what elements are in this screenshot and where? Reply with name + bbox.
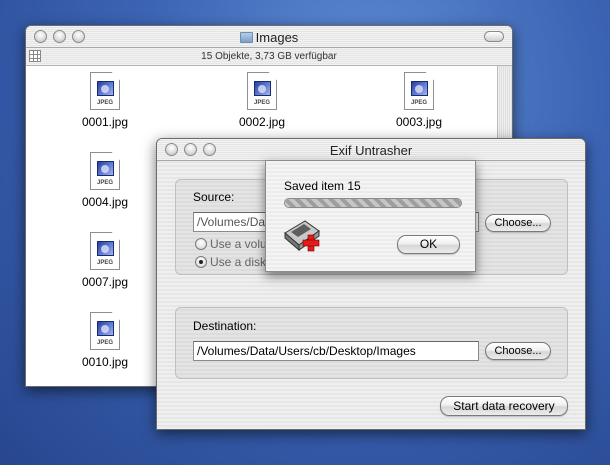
file-item[interactable]: JPEG 0003.jpg: [384, 72, 454, 129]
file-name: 0004.jpg: [81, 195, 129, 209]
file-item[interactable]: JPEG 0001.jpg: [70, 72, 140, 129]
exif-title: Exif Untrasher: [329, 143, 413, 158]
destination-label: Destination:: [193, 319, 257, 333]
app-icon: [284, 220, 320, 252]
source-choose-button[interactable]: Choose...: [485, 214, 551, 232]
progress-bar: [284, 198, 462, 208]
ok-button[interactable]: OK: [397, 235, 460, 254]
radio-button[interactable]: [195, 238, 207, 250]
jpeg-icon: JPEG: [90, 72, 120, 110]
jpeg-icon: JPEG: [247, 72, 277, 110]
jpeg-icon: JPEG: [90, 232, 120, 270]
file-item[interactable]: JPEG 0010.jpg: [70, 312, 140, 369]
progress-message: Saved item 15: [284, 179, 361, 193]
destination-choose-button[interactable]: Choose...: [485, 342, 551, 360]
progress-sheet: Saved item 15 OK: [265, 160, 476, 272]
toolbar-toggle-button[interactable]: [484, 31, 504, 42]
finder-status-text: 15 Objekte, 3,73 GB verfügbar: [201, 51, 337, 62]
radio-button[interactable]: [195, 256, 207, 268]
jpeg-icon: JPEG: [404, 72, 434, 110]
file-name: 0003.jpg: [395, 115, 443, 129]
finder-statusbar: 15 Objekte, 3,73 GB verfügbar: [26, 48, 512, 66]
file-item[interactable]: JPEG 0004.jpg: [70, 152, 140, 209]
finder-titlebar[interactable]: Images: [26, 26, 512, 48]
file-name: 0010.jpg: [81, 355, 129, 369]
view-icon[interactable]: [29, 50, 41, 62]
start-data-recovery-button[interactable]: Start data recovery: [440, 396, 568, 416]
file-name: 0007.jpg: [81, 275, 129, 289]
file-item[interactable]: JPEG 0002.jpg: [227, 72, 297, 129]
file-item[interactable]: JPEG 0007.jpg: [70, 232, 140, 289]
progress-fill: [285, 199, 461, 207]
destination-path-field[interactable]: /Volumes/Data/Users/cb/Desktop/Images: [193, 341, 479, 361]
folder-icon: [239, 32, 253, 43]
jpeg-icon: JPEG: [90, 312, 120, 350]
file-name: 0001.jpg: [81, 115, 129, 129]
source-label: Source:: [193, 190, 235, 204]
finder-title: Images: [255, 30, 299, 45]
jpeg-icon: JPEG: [90, 152, 120, 190]
exif-titlebar[interactable]: Exif Untrasher: [157, 139, 585, 161]
file-name: 0002.jpg: [238, 115, 286, 129]
